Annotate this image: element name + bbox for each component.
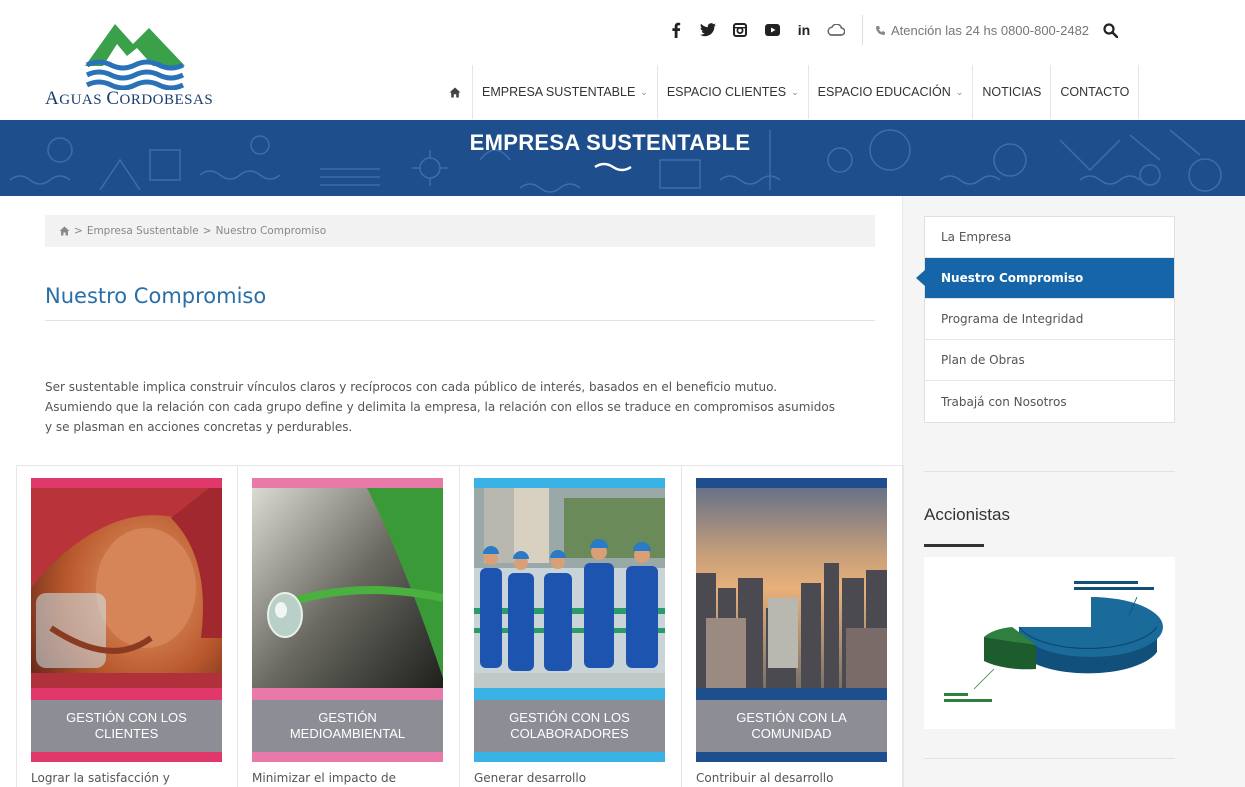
nav-label: CONTACTO — [1060, 85, 1130, 99]
accent-bar — [31, 752, 222, 762]
accent-bar — [252, 752, 443, 762]
card-image[interactable] — [696, 478, 887, 700]
accent-bar — [31, 688, 222, 700]
nav-espacio-educacion[interactable]: ESPACIO EDUCACIÓN ⌄ — [807, 65, 973, 119]
card-comunidad[interactable]: GESTIÓN CON LA COMUNIDAD Contribuir al d… — [682, 466, 904, 787]
nav-home[interactable] — [438, 65, 472, 119]
logo-text: AGUAS CORDOBESAS — [45, 88, 214, 109]
divider — [924, 471, 1175, 472]
accent-bar — [31, 478, 222, 488]
main-nav: EMPRESA SUSTENTABLE ⌄ ESPACIO CLIENTES ⌄ E… — [438, 65, 1140, 119]
sidebar-item-plan-de-obras[interactable]: Plan de Obras — [925, 340, 1174, 381]
section-menu: La Empresa Nuestro Compromiso Programa d… — [916, 216, 1175, 423]
shareholders-title: Accionistas — [924, 505, 1010, 524]
support-phone[interactable]: Atención las 24 hs 0800-800-2482 — [875, 23, 1089, 38]
logo-mark-icon — [85, 24, 185, 91]
shareholders-chart[interactable] — [924, 557, 1175, 729]
home-icon[interactable] — [59, 226, 70, 236]
sidebar-item-programa-de-integridad[interactable]: Programa de Integridad — [925, 299, 1174, 340]
card-image[interactable] — [31, 478, 222, 700]
sidebar-item-nuestro-compromiso[interactable]: Nuestro Compromiso — [916, 258, 1174, 299]
nav-label: ESPACIO CLIENTES — [666, 85, 787, 99]
breadcrumb-separator: > — [202, 225, 212, 237]
wave-icon — [594, 162, 632, 172]
home-icon — [449, 87, 461, 97]
card-label[interactable]: GESTIÓN CON LOS COLABORADORES — [474, 700, 665, 752]
sidebar-item-la-empresa[interactable]: La Empresa — [925, 217, 1174, 258]
breadcrumb-separator: > — [74, 225, 83, 237]
card-description: Minimizar el impacto de — [252, 771, 397, 785]
logo[interactable]: AGUAS CORDOBESAS — [45, 18, 235, 110]
nav-contacto[interactable]: CONTACTO — [1050, 65, 1140, 119]
nav-label: NOTICIAS — [982, 85, 1042, 99]
accent-bar — [474, 688, 665, 700]
sidebar-item-label: Trabajá con Nosotros — [941, 394, 1067, 409]
breadcrumb: > Empresa Sustentable > Nuestro Compromi… — [45, 215, 875, 247]
divider — [862, 15, 863, 45]
hero-banner: EMPRESA SUSTENTABLE — [0, 120, 1245, 196]
sidebar-item-label: Programa de Integridad — [941, 312, 1084, 326]
accent-bar — [474, 478, 665, 488]
card-colaboradores[interactable]: GESTIÓN CON LOS COLABORADORES Generar de… — [460, 466, 682, 787]
accent-bar — [252, 688, 443, 700]
card-description: Lograr la satisfacción y — [31, 771, 170, 785]
search-icon[interactable] — [1099, 19, 1121, 41]
card-description: Contribuir al desarrollo — [696, 771, 834, 785]
breadcrumb-item-current: Nuestro Compromiso — [215, 225, 327, 237]
accent-bar — [696, 688, 887, 700]
card-description: Generar desarrollo — [474, 771, 587, 785]
card-label[interactable]: GESTIÓN CON LA COMUNIDAD — [696, 700, 887, 752]
card-image[interactable] — [252, 478, 443, 700]
nav-empresa-sustentable[interactable]: EMPRESA SUSTENTABLE ⌄ — [472, 65, 657, 119]
page-title: Nuestro Compromiso — [45, 284, 267, 308]
card-clientes[interactable]: GESTIÓN CON LOS CLIENTES Lograr la satis… — [16, 466, 238, 787]
sidebar-item-label: La Empresa — [941, 230, 1012, 244]
cloud-icon[interactable] — [820, 17, 852, 43]
sidebar-item-trabaja-con-nosotros[interactable]: Trabajá con Nosotros — [925, 381, 1174, 422]
top-bar: in Atención las 24 hs 0800-800-2482 — [660, 15, 1121, 45]
instagram-icon[interactable] — [724, 17, 756, 43]
title-underline — [924, 544, 984, 547]
chevron-down-icon: ⌄ — [640, 86, 648, 97]
card-image[interactable] — [474, 478, 665, 700]
breadcrumb-item-empresa-sustentable[interactable]: Empresa Sustentable — [87, 225, 199, 237]
divider — [45, 320, 875, 321]
nav-label: ESPACIO EDUCACIÓN — [817, 85, 951, 99]
chevron-down-icon: ⌄ — [955, 86, 964, 97]
phone-icon — [875, 25, 885, 35]
sidebar-item-label: Nuestro Compromiso — [941, 271, 1084, 285]
card-medioambiental[interactable]: GESTIÓN MEDIOAMBIENTAL Minimizar el impa… — [238, 466, 460, 787]
intro-text: Ser sustentable implica construir víncul… — [45, 380, 835, 434]
banner-title: EMPRESA SUSTENTABLE — [469, 130, 751, 155]
nav-noticias[interactable]: NOTICIAS — [972, 65, 1050, 119]
support-phone-text: Atención las 24 hs 0800-800-2482 — [891, 22, 1090, 38]
card-label[interactable]: GESTIÓN CON LOS CLIENTES — [31, 700, 222, 752]
pie-chart-image — [944, 581, 1163, 702]
facebook-icon[interactable] — [660, 17, 692, 43]
linkedin-icon[interactable]: in — [788, 17, 820, 43]
site-header: AGUAS CORDOBESAS in Atención las 24 hs 0… — [0, 0, 1245, 120]
sidebar-item-label: Plan de Obras — [941, 353, 1025, 367]
nav-label: EMPRESA SUSTENTABLE — [482, 85, 636, 99]
accent-bar — [696, 478, 887, 488]
divider — [924, 758, 1175, 759]
accent-bar — [252, 478, 443, 488]
card-label[interactable]: GESTIÓN MEDIOAMBIENTAL — [252, 700, 443, 752]
accent-bar — [474, 752, 665, 762]
social-links: in — [660, 17, 852, 43]
chevron-down-icon: ⌄ — [791, 86, 799, 97]
accent-bar — [696, 752, 887, 762]
twitter-icon[interactable] — [692, 17, 724, 43]
commitment-cards: GESTIÓN CON LOS CLIENTES Lograr la satis… — [16, 465, 904, 787]
youtube-icon[interactable] — [756, 17, 788, 43]
nav-espacio-clientes[interactable]: ESPACIO CLIENTES ⌄ — [656, 65, 808, 119]
